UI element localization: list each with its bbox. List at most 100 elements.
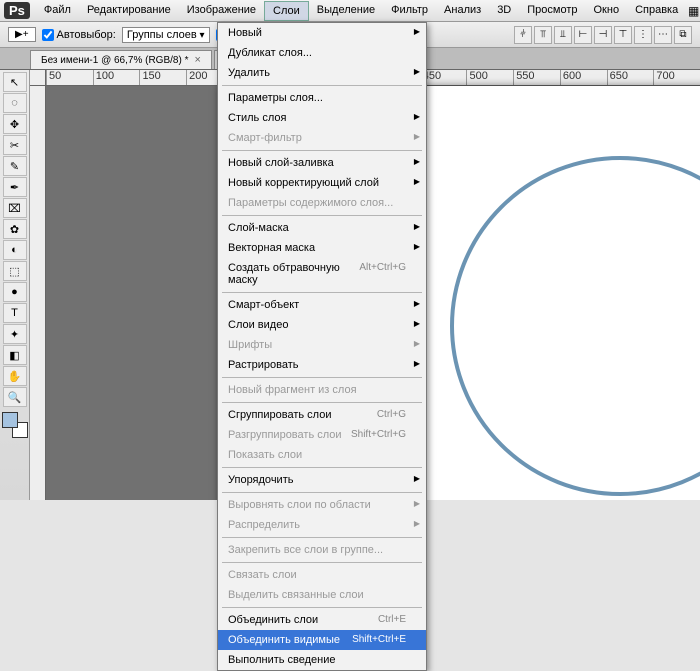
- ruler-corner: [30, 70, 46, 86]
- tool-14[interactable]: ✋: [3, 366, 27, 386]
- menu-файл[interactable]: Файл: [36, 1, 79, 21]
- tool-3[interactable]: ✂: [3, 135, 27, 155]
- menu-item: Смарт-фильтр: [218, 128, 426, 148]
- menu-separator: [222, 562, 422, 563]
- menu-3d[interactable]: 3D: [489, 1, 519, 21]
- app-logo: Ps: [4, 2, 30, 19]
- tool-6[interactable]: ⌧: [3, 198, 27, 218]
- tool-5[interactable]: ✒: [3, 177, 27, 197]
- menu-item-label: Векторная маска: [228, 242, 315, 254]
- align-bottom-icon[interactable]: ⫫: [554, 26, 572, 44]
- menu-выделение[interactable]: Выделение: [309, 1, 383, 21]
- menu-item-label: Упорядочить: [228, 474, 293, 486]
- menu-item-label: Новый: [228, 27, 262, 39]
- autoselect-checkbox[interactable]: Автовыбор:: [42, 29, 116, 41]
- menu-item-label: Новый слой-заливка: [228, 157, 334, 169]
- tool-4[interactable]: ✎: [3, 156, 27, 176]
- menu-изображение[interactable]: Изображение: [179, 1, 264, 21]
- menu-item[interactable]: Сгруппировать слоиCtrl+G: [218, 405, 426, 425]
- tool-15[interactable]: 🔍: [3, 387, 27, 407]
- distribute-h-icon[interactable]: ⋮: [634, 26, 652, 44]
- menu-item-label: Растрировать: [228, 359, 299, 371]
- menu-item[interactable]: Векторная маска: [218, 238, 426, 258]
- distribute-v-icon[interactable]: ⋯: [654, 26, 672, 44]
- menu-item[interactable]: Выполнить сведение: [218, 650, 426, 670]
- align-vcenter-icon[interactable]: ⫪: [534, 26, 552, 44]
- align-buttons: ⫩ ⫪ ⫫ ⊢ ⊣ ⊤ ⋮ ⋯ ⧉: [514, 26, 692, 44]
- layers-menu-dropdown: Новый Дубликат слоя... Удалить Параметры сл…: [217, 22, 427, 671]
- menu-редактирование[interactable]: Редактирование: [79, 1, 179, 21]
- menu-item[interactable]: Стиль слоя: [218, 108, 426, 128]
- tool-11[interactable]: T: [3, 303, 27, 323]
- tool-9[interactable]: ⬚: [3, 261, 27, 281]
- tool-7[interactable]: ✿: [3, 219, 27, 239]
- menu-item[interactable]: Слои видео: [218, 315, 426, 335]
- menu-item-shortcut: Shift+Ctrl+E: [352, 634, 406, 646]
- menu-item[interactable]: Дубликат слоя...: [218, 43, 426, 63]
- close-tab-icon[interactable]: ×: [194, 54, 200, 66]
- menu-item-label: Объединить слои: [228, 614, 318, 626]
- menu-item[interactable]: Смарт-объект: [218, 295, 426, 315]
- menu-separator: [222, 467, 422, 468]
- menu-item[interactable]: Слой-маска: [218, 218, 426, 238]
- ruler-tick: 500: [466, 70, 513, 85]
- menu-item[interactable]: Удалить: [218, 63, 426, 83]
- menu-separator: [222, 377, 422, 378]
- align-left-icon[interactable]: ⊢: [574, 26, 592, 44]
- menu-окно[interactable]: Окно: [586, 1, 628, 21]
- menu-item-label: Разгруппировать слои: [228, 429, 342, 441]
- menu-item[interactable]: Новый: [218, 23, 426, 43]
- ruler-vertical: [30, 86, 46, 500]
- autoselect-target-select[interactable]: Группы слоев ▾: [122, 27, 210, 43]
- menu-справка[interactable]: Справка: [627, 1, 686, 21]
- menu-item-label: Новый фрагмент из слоя: [228, 384, 357, 396]
- tool-0[interactable]: ↖: [3, 72, 27, 92]
- align-top-icon[interactable]: ⫩: [514, 26, 532, 44]
- tool-13[interactable]: ◧: [3, 345, 27, 365]
- menu-item-label: Шрифты: [228, 339, 272, 351]
- tool-1[interactable]: ◌: [3, 93, 27, 113]
- menu-анализ[interactable]: Анализ: [436, 1, 489, 21]
- menu-item: Новый фрагмент из слоя: [218, 380, 426, 400]
- menu-item: Показать слои: [218, 445, 426, 465]
- menu-item: Параметры содержимого слоя...: [218, 193, 426, 213]
- tool-2[interactable]: ✥: [3, 114, 27, 134]
- auto-align-icon[interactable]: ⧉: [674, 26, 692, 44]
- menu-item: Связать слои: [218, 565, 426, 585]
- menu-item[interactable]: Растрировать: [218, 355, 426, 375]
- tool-preset-button[interactable]: ▶+: [8, 27, 36, 42]
- menu-item-label: Параметры содержимого слоя...: [228, 197, 393, 209]
- tool-8[interactable]: ◐: [3, 240, 27, 260]
- menu-item: Выровнять слои по области: [218, 495, 426, 515]
- menu-item[interactable]: Упорядочить: [218, 470, 426, 490]
- align-right-icon[interactable]: ⊤: [614, 26, 632, 44]
- menu-item-label: Показать слои: [228, 449, 302, 461]
- menu-просмотр[interactable]: Просмотр: [519, 1, 585, 21]
- menu-слои[interactable]: Слои: [264, 1, 309, 21]
- color-swatches[interactable]: [2, 412, 28, 438]
- menu-separator: [222, 85, 422, 86]
- menu-item[interactable]: Объединить видимыеShift+Ctrl+E: [218, 630, 426, 650]
- menu-item-label: Удалить: [228, 67, 270, 79]
- menu-item-label: Смарт-фильтр: [228, 132, 302, 144]
- tool-12[interactable]: ✦: [3, 324, 27, 344]
- menu-item-label: Выделить связанные слои: [228, 589, 364, 601]
- menu-item-label: Выровнять слои по области: [228, 499, 371, 511]
- menu-item[interactable]: Параметры слоя...: [218, 88, 426, 108]
- foreground-color[interactable]: [2, 412, 18, 428]
- menu-item[interactable]: Новый слой-заливка: [218, 153, 426, 173]
- menu-separator: [222, 537, 422, 538]
- toolbar: ↖◌✥✂✎✒⌧✿◐⬚●T✦◧✋🔍: [0, 70, 30, 500]
- align-hcenter-icon[interactable]: ⊣: [594, 26, 612, 44]
- menu-item[interactable]: Объединить слоиCtrl+E: [218, 610, 426, 630]
- menu-item[interactable]: Создать обтравочную маскуAlt+Ctrl+G: [218, 258, 426, 290]
- menu-фильтр[interactable]: Фильтр: [383, 1, 436, 21]
- workspace-icon[interactable]: ▦: [686, 3, 700, 19]
- tool-10[interactable]: ●: [3, 282, 27, 302]
- document-tab[interactable]: Без имени-1 @ 66,7% (RGB/8) *×: [30, 50, 212, 69]
- menu-item[interactable]: Новый корректирующий слой: [218, 173, 426, 193]
- menu-item-label: Сгруппировать слои: [228, 409, 331, 421]
- menu-item-label: Распределить: [228, 519, 300, 531]
- ruler-tick: 150: [139, 70, 186, 85]
- menu-item: Распределить: [218, 515, 426, 535]
